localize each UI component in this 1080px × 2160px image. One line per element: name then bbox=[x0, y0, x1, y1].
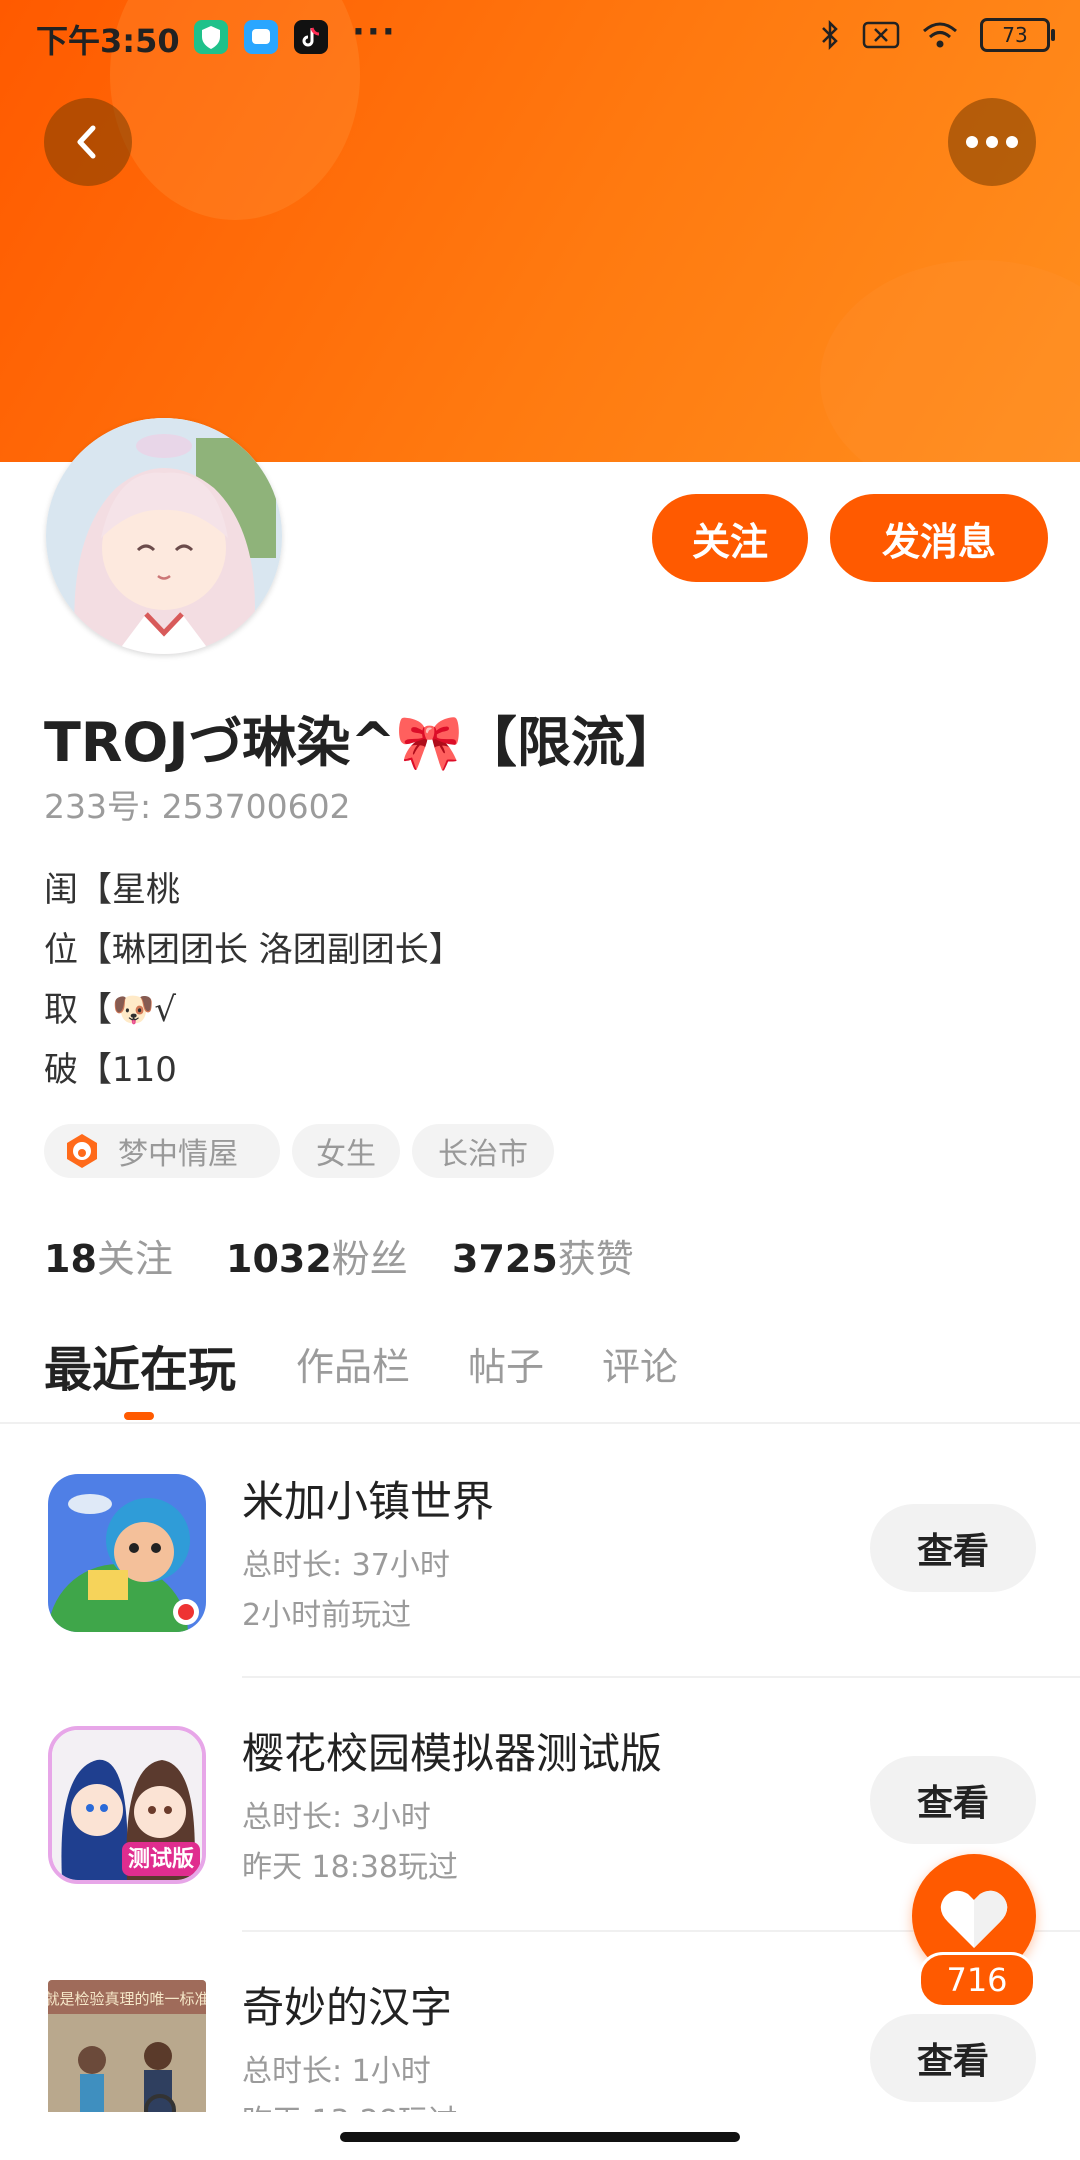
chat-app-icon bbox=[244, 20, 278, 54]
back-button[interactable] bbox=[44, 98, 132, 186]
tab-divider bbox=[0, 1422, 1080, 1424]
tab-posts[interactable]: 帖子 bbox=[468, 1336, 544, 1391]
game-total-time: 总时长: 1小时 bbox=[242, 2054, 431, 2089]
game-last-played: 昨天 18:38玩过 bbox=[242, 1850, 458, 1885]
chevron-left-icon bbox=[77, 125, 96, 159]
bio-line: 位【琳团团长 洛团副团长】 bbox=[44, 930, 463, 970]
no-sim-icon bbox=[862, 21, 900, 49]
stat-value: 1032 bbox=[226, 1237, 332, 1281]
active-tab-indicator bbox=[124, 1412, 154, 1420]
tab-works[interactable]: 作品栏 bbox=[296, 1336, 410, 1391]
game-total-time: 总时长: 3小时 bbox=[242, 1800, 431, 1835]
view-game-button[interactable]: 查看 bbox=[870, 2014, 1036, 2102]
tiktok-app-icon bbox=[294, 20, 328, 54]
tab-comments[interactable]: 评论 bbox=[602, 1336, 678, 1391]
bio-line: 取【🐶√ bbox=[44, 990, 176, 1030]
shield-app-icon bbox=[194, 20, 228, 54]
tag-label: 女生 bbox=[316, 1137, 376, 1172]
tag-location: 长治市 bbox=[412, 1124, 554, 1178]
profile-name: TROJづ琳染^🎀【限流】 bbox=[44, 711, 679, 774]
stat-label: 关注 bbox=[96, 1237, 173, 1281]
status-time: 下午3:50 bbox=[36, 22, 180, 60]
game-title: 奇妙的汉字 bbox=[242, 1983, 453, 2032]
banner-decoration bbox=[820, 260, 1080, 462]
stat-label: 获赞 bbox=[557, 1237, 634, 1281]
view-game-button[interactable]: 查看 bbox=[870, 1756, 1036, 1844]
game-icon bbox=[48, 1474, 206, 1632]
bio-line: 破【110 bbox=[44, 1050, 177, 1090]
home-badge-icon bbox=[67, 1134, 97, 1168]
game-icon: 测试版 bbox=[48, 1726, 206, 1884]
game-list-item[interactable]: 就是检验真理的唯一标准 奇妙的汉字 总时长: 1小时 昨天 13:28玩过 查看 bbox=[0, 1980, 1080, 2112]
tag-label: 梦中情屋 bbox=[118, 1137, 238, 1172]
bluetooth-icon bbox=[822, 19, 838, 51]
like-count-badge: 716 bbox=[918, 1952, 1036, 2008]
more-options-button[interactable] bbox=[948, 98, 1036, 186]
bio-line: 闺【星桃 bbox=[44, 870, 180, 910]
home-indicator bbox=[340, 2132, 740, 2142]
more-horizontal-icon bbox=[966, 136, 1018, 148]
game-icon: 就是检验真理的唯一标准 bbox=[48, 1980, 206, 2112]
row-divider bbox=[242, 1676, 1080, 1678]
wifi-icon bbox=[923, 22, 957, 48]
tab-recently-played[interactable]: 最近在玩 bbox=[44, 1330, 236, 1400]
game-list-item[interactable]: 米加小镇世界 总时长: 37小时 2小时前玩过 查看 bbox=[0, 1474, 1080, 1728]
game-last-played: 昨天 13:28玩过 bbox=[242, 2096, 458, 2112]
tag-gender: 女生 bbox=[292, 1124, 400, 1178]
follow-button[interactable]: 关注 bbox=[652, 494, 808, 582]
send-message-button[interactable]: 发消息 bbox=[830, 494, 1048, 582]
stat-following[interactable]: 18关注 bbox=[44, 1228, 173, 1283]
game-icon-banner-text: 就是检验真理的唯一标准 bbox=[48, 1990, 206, 2008]
stat-value: 3725 bbox=[452, 1237, 558, 1281]
game-title: 米加小镇世界 bbox=[242, 1477, 495, 1526]
status-overflow-dots: ··· bbox=[352, 12, 397, 52]
stat-label: 粉丝 bbox=[331, 1237, 408, 1281]
game-last-played: 2小时前玩过 bbox=[242, 1598, 412, 1633]
tag-home[interactable]: 梦中情屋 bbox=[44, 1124, 280, 1178]
status-right-icons: 73 bbox=[818, 18, 1055, 52]
game-icon-badge-text: 测试版 bbox=[128, 1847, 194, 1872]
game-title: 樱花校园模拟器测试版 bbox=[242, 1729, 663, 1778]
profile-avatar[interactable] bbox=[46, 418, 282, 654]
profile-id: 233号: 253700602 bbox=[44, 787, 351, 826]
status-bar: 下午3:50 ··· 73 bbox=[0, 0, 1080, 76]
tag-label: 长治市 bbox=[438, 1137, 528, 1172]
view-game-button[interactable]: 查看 bbox=[870, 1504, 1036, 1592]
stat-followers[interactable]: 1032粉丝 bbox=[226, 1228, 408, 1283]
stat-likes[interactable]: 3725获赞 bbox=[452, 1228, 634, 1283]
battery-indicator: 73 bbox=[980, 18, 1055, 52]
game-total-time: 总时长: 37小时 bbox=[242, 1548, 450, 1583]
stat-value: 18 bbox=[44, 1237, 97, 1281]
